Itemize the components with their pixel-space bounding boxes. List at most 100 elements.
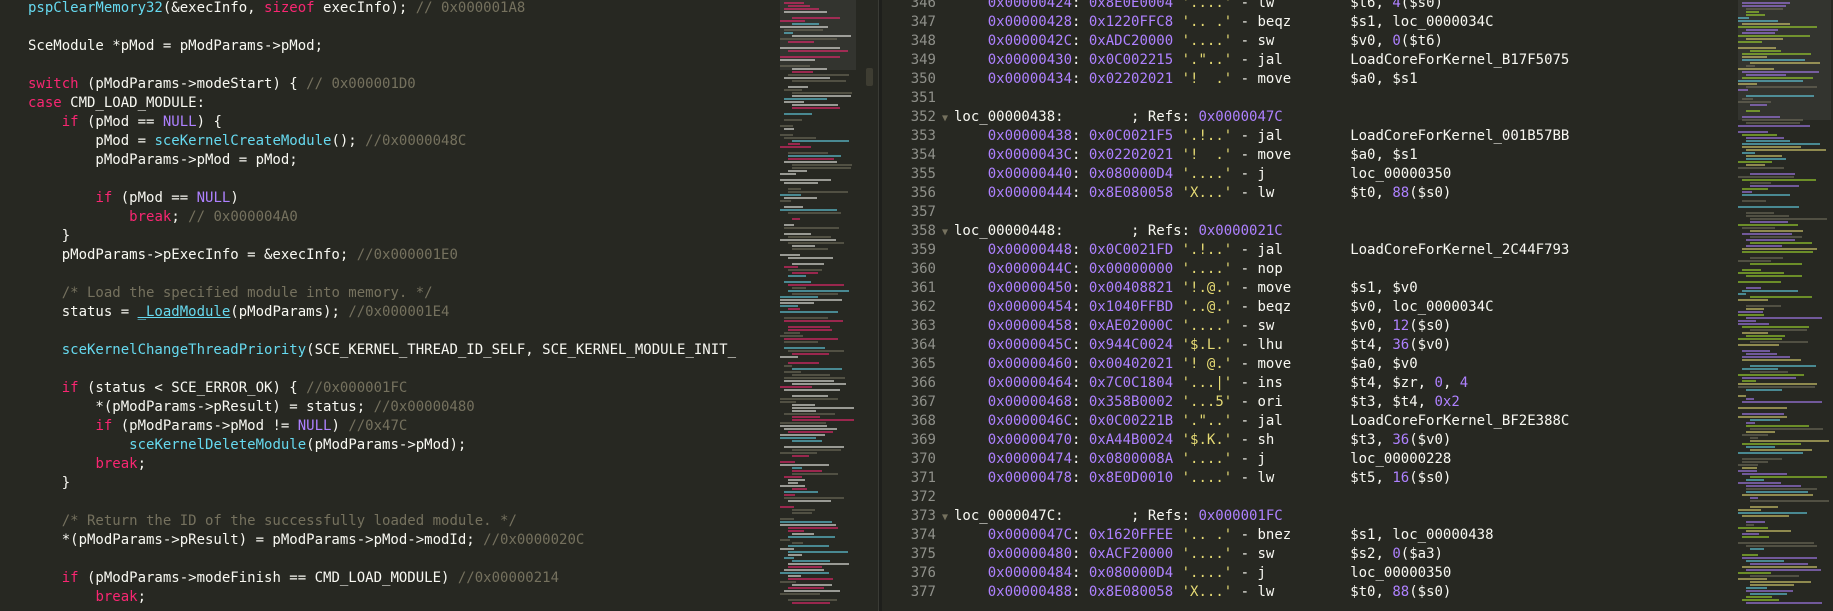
- source-line[interactable]: [28, 360, 776, 379]
- source-line[interactable]: pspClearMemory32(&execInfo, sizeof execI…: [28, 0, 776, 18]
- code-token: 0x0000021C: [1198, 223, 1283, 239]
- fold-arrow-icon[interactable]: ▼: [942, 223, 954, 242]
- disassembly-line[interactable]: 365 0x00000460: 0x00402021 '! @.' - move…: [882, 355, 1742, 374]
- minimap-line: [1746, 317, 1822, 319]
- source-scrollbar-thumb[interactable]: [866, 68, 873, 86]
- source-line[interactable]: pMod = sceKernelCreateModule(); //0x0000…: [28, 132, 776, 151]
- minimap-line: [780, 506, 794, 508]
- disassembly-line[interactable]: 374 0x0000047C: 0x1620FFEE '.. .' - bnez…: [882, 526, 1742, 545]
- disassembly-line[interactable]: 349 0x00000430: 0x0C002215 '."..' - jal …: [882, 51, 1742, 70]
- disassembly-line[interactable]: 351: [882, 89, 1742, 108]
- source-line[interactable]: *(pModParams->pResult) = pModParams->pMo…: [28, 531, 776, 550]
- minimap-line: [1742, 536, 1769, 538]
- fold-arrow-icon[interactable]: ▼: [942, 508, 954, 527]
- source-line[interactable]: if (pModParams->pMod != NULL) //0x47C: [28, 417, 776, 436]
- source-line[interactable]: pModParams->pMod = pMod;: [28, 151, 776, 170]
- line-number: 366: [910, 375, 936, 391]
- minimap-line: [780, 239, 836, 241]
- source-minimap[interactable]: [780, 0, 858, 611]
- source-line[interactable]: switch (pModParams->modeStart) { // 0x00…: [28, 75, 776, 94]
- minimap-line: [788, 578, 833, 580]
- source-line[interactable]: if (pMod == NULL) {: [28, 113, 776, 132]
- source-line[interactable]: [28, 56, 776, 75]
- source-line[interactable]: if (pMod == NULL): [28, 189, 776, 208]
- disassembly-line[interactable]: 371 0x00000478: 0x8E0D0010 '....' - lw $…: [882, 469, 1742, 488]
- minimap-line: [784, 101, 804, 103]
- disassembly-line[interactable]: 373 ▼ loc_0000047C: ; Refs: 0x000001FC: [882, 507, 1742, 526]
- source-line[interactable]: }: [28, 227, 776, 246]
- disassembly-line[interactable]: 364 0x0000045C: 0x944C0024 '$.L.' - lhu …: [882, 336, 1742, 355]
- disassembly-code-area[interactable]: 346 0x00000424: 0x8E0E0004 '....' - lw $…: [882, 0, 1742, 602]
- source-code-pane[interactable]: pspClearMemory32(&execInfo, sizeof execI…: [0, 0, 878, 611]
- disassembly-line[interactable]: 358 ▼ loc_00000448: ; Refs: 0x0000021C: [882, 222, 1742, 241]
- disassembly-line[interactable]: 363 0x00000458: 0xAE02000C '....' - sw $…: [882, 317, 1742, 336]
- source-line[interactable]: SceModule *pMod = pModParams->pMod;: [28, 37, 776, 56]
- source-line[interactable]: }: [28, 474, 776, 493]
- minimap-line: [1750, 500, 1829, 502]
- source-line[interactable]: /* Return the ID of the successfully loa…: [28, 512, 776, 531]
- disassembly-line[interactable]: 353 0x00000438: 0x0C0021F5 '.!..' - jal …: [882, 127, 1742, 146]
- source-line[interactable]: *(pModParams->pResult) = status; //0x000…: [28, 398, 776, 417]
- source-line[interactable]: [28, 265, 776, 284]
- source-line[interactable]: [28, 493, 776, 512]
- disassembly-line[interactable]: 370 0x00000474: 0x0800008A '....' - j lo…: [882, 450, 1742, 469]
- disassembly-line[interactable]: 355 0x00000440: 0x080000D4 '....' - j lo…: [882, 165, 1742, 184]
- source-line[interactable]: [28, 322, 776, 341]
- minimap-line: [1746, 158, 1786, 160]
- disassembly-line[interactable]: 376 0x00000484: 0x080000D4 '....' - j lo…: [882, 564, 1742, 583]
- disassembly-line[interactable]: 357: [882, 203, 1742, 222]
- source-line[interactable]: if (status < SCE_ERROR_OK) { //0x000001F…: [28, 379, 776, 398]
- disassembly-line[interactable]: 348 0x0000042C: 0xADC20000 '....' - sw $…: [882, 32, 1742, 51]
- disassembly-line[interactable]: 375 0x00000480: 0xACF20000 '....' - sw $…: [882, 545, 1742, 564]
- code-token: NULL: [162, 114, 197, 130]
- minimap-line: [792, 104, 838, 106]
- source-line[interactable]: break; // 0x000004A0: [28, 208, 776, 227]
- disassembly-line[interactable]: 372: [882, 488, 1742, 507]
- fold-arrow-icon[interactable]: ▼: [942, 109, 954, 128]
- source-code-area[interactable]: pspClearMemory32(&execInfo, sizeof execI…: [28, 0, 776, 607]
- disassembly-line[interactable]: 369 0x00000470: 0xA44B0024 '$.K.' - sh $…: [882, 431, 1742, 450]
- disassembly-line[interactable]: 367 0x00000468: 0x358B0002 '...5' - ori …: [882, 393, 1742, 412]
- disassembly-line[interactable]: 354 0x0000043C: 0x02202021 '! .' - move …: [882, 146, 1742, 165]
- disassembly-line[interactable]: 368 0x0000046C: 0x0C00221B '."..' - jal …: [882, 412, 1742, 431]
- disassembly-pane[interactable]: 346 0x00000424: 0x8E0E0004 '....' - lw $…: [882, 0, 1833, 611]
- source-line[interactable]: break;: [28, 588, 776, 607]
- disassembly-line[interactable]: 377 0x00000488: 0x8E080058 'X...' - lw $…: [882, 583, 1742, 602]
- code-token: CMD_LOAD_MODULE:: [61, 95, 206, 111]
- minimap-line: [788, 479, 805, 481]
- code-token: ($s0): [1409, 185, 1452, 201]
- disassembly-line[interactable]: 347 0x00000428: 0x1220FFC8 '.. .' - beqz…: [882, 13, 1742, 32]
- source-line[interactable]: status = _LoadModule(pModParams); //0x00…: [28, 303, 776, 322]
- disassembly-line[interactable]: 360 0x0000044C: 0x00000000 '....' - nop: [882, 260, 1742, 279]
- code-token: 0x0C002215: [1088, 52, 1174, 68]
- source-line[interactable]: [28, 170, 776, 189]
- minimap-line: [784, 476, 802, 478]
- source-line[interactable]: [28, 550, 776, 569]
- minimap-line: [1742, 557, 1817, 559]
- minimap-line: [784, 224, 794, 226]
- source-line[interactable]: sceKernelDeleteModule(pModParams->pMod);: [28, 436, 776, 455]
- source-line[interactable]: [28, 18, 776, 37]
- source-line[interactable]: if (pModParams->modeFinish == CMD_LOAD_M…: [28, 569, 776, 588]
- disassembly-line[interactable]: 359 0x00000448: 0x0C0021FD '.!..' - jal …: [882, 241, 1742, 260]
- source-line[interactable]: /* Load the specified module into memory…: [28, 284, 776, 303]
- code-token: pModParams->pMod = pMod;: [28, 152, 298, 168]
- disassembly-line[interactable]: 352 ▼ loc_00000438: ; Refs: 0x0000047C: [882, 108, 1742, 127]
- minimap-line: [780, 572, 829, 574]
- code-token: if: [95, 418, 113, 434]
- source-line-text: if (status < SCE_ERROR_OK) { //0x000001F…: [28, 380, 408, 396]
- disassembly-line[interactable]: 350 0x00000434: 0x02202021 '! .' - move …: [882, 70, 1742, 89]
- source-line[interactable]: break;: [28, 455, 776, 474]
- disassembly-line[interactable]: 366 0x00000464: 0x7C0C1804 '...|' - ins …: [882, 374, 1742, 393]
- source-line[interactable]: case CMD_LOAD_MODULE:: [28, 94, 776, 113]
- disassembly-line[interactable]: 362 0x00000454: 0x1040FFBD '..@.' - beqz…: [882, 298, 1742, 317]
- disassembly-line[interactable]: 361 0x00000450: 0x00408821 '!.@.' - move…: [882, 279, 1742, 298]
- source-line[interactable]: sceKernelChangeThreadPriority(SCE_KERNEL…: [28, 341, 776, 360]
- source-line[interactable]: pModParams->pExecInfo = &execInfo; //0x0…: [28, 246, 776, 265]
- disassembly-line[interactable]: 356 0x00000444: 0x8E080058 'X...' - lw $…: [882, 184, 1742, 203]
- disassembly-minimap[interactable]: [1738, 0, 1833, 611]
- disassembly-line[interactable]: 346 0x00000424: 0x8E0E0004 '....' - lw $…: [882, 0, 1742, 13]
